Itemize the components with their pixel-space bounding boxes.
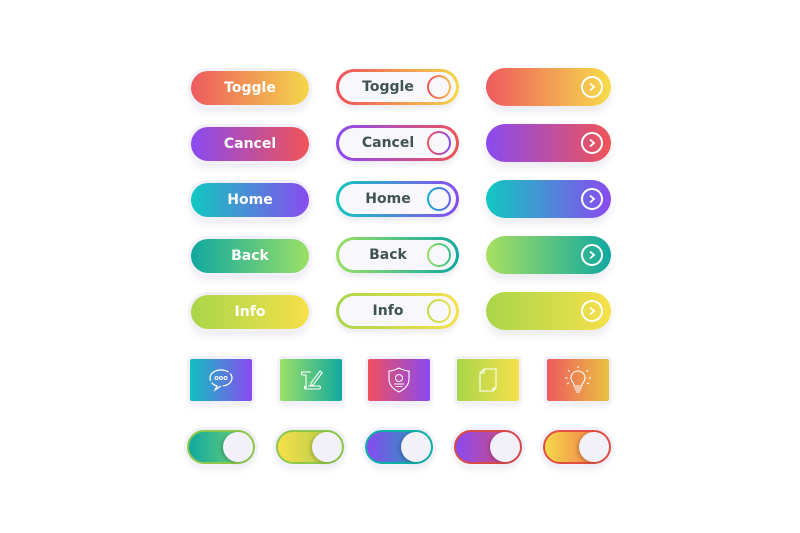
lightbulb-icon [565,366,591,393]
button-label: Home [227,192,273,208]
button-label: Toggle [224,80,276,96]
toggle-outlined-button[interactable]: Toggle [336,69,459,105]
toggle-switch[interactable] [454,430,522,464]
button-label: Info [372,303,404,319]
back-outlined-button[interactable]: Back [336,237,459,273]
chevron-right-circle-icon [581,76,603,98]
security-tile-button[interactable] [368,359,430,401]
cancel-filled-button[interactable]: Cancel [191,127,309,161]
arrow-button[interactable] [486,124,611,162]
button-label: Back [369,247,407,263]
cancel-outlined-button[interactable]: Cancel [336,125,459,161]
home-filled-button[interactable]: Home [191,183,309,217]
circle-icon [427,187,451,211]
button-label: Info [234,304,266,320]
back-filled-button[interactable]: Back [191,239,309,273]
button-label: Home [365,191,411,207]
document-tile-button[interactable] [457,359,519,401]
toggle-switch[interactable] [543,430,611,464]
circle-icon [427,131,451,155]
button-label: Cancel [361,135,415,151]
toggle-knob[interactable] [223,432,253,462]
circle-icon [427,243,451,267]
info-filled-button[interactable]: Info [191,295,309,329]
toggle-knob[interactable] [579,432,609,462]
button-label: Cancel [223,136,277,152]
idea-tile-button[interactable] [547,359,609,401]
shield-user-icon [388,367,410,393]
chat-tile-button[interactable] [190,359,252,401]
arrow-button[interactable] [486,292,611,330]
toggle-knob[interactable] [490,432,520,462]
chevron-right-circle-icon [581,300,603,322]
toggle-switch[interactable] [276,430,344,464]
toggle-knob[interactable] [401,432,431,462]
toggle-switch[interactable] [187,430,255,464]
edit-tile-button[interactable] [280,359,342,401]
chevron-right-circle-icon [581,188,603,210]
scroll-pencil-icon [300,370,323,390]
arrow-button[interactable] [486,68,611,106]
chevron-right-circle-icon [581,132,603,154]
home-outlined-button[interactable]: Home [336,181,459,217]
chat-bubble-icon [209,369,233,392]
circle-icon [427,75,451,99]
toggle-knob[interactable] [312,432,342,462]
document-icon [479,368,497,392]
toggle-switch[interactable] [365,430,433,464]
arrow-button[interactable] [486,180,611,218]
button-label: Back [231,248,269,264]
toggle-filled-button[interactable]: Toggle [191,71,309,105]
chevron-right-circle-icon [581,244,603,266]
button-label: Toggle [362,79,414,95]
circle-icon [427,299,451,323]
info-outlined-button[interactable]: Info [336,293,459,329]
arrow-button[interactable] [486,236,611,274]
